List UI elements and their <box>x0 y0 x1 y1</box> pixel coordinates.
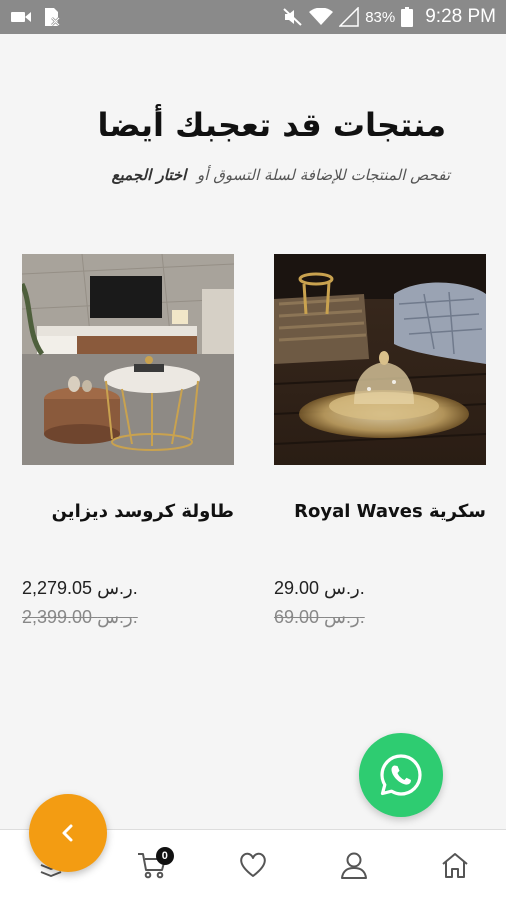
product-card[interactable]: سكرية Royal Waves 29.00 ر.س. 69.00 ر.س. <box>274 254 486 628</box>
product-title[interactable]: سكرية Royal Waves <box>274 501 486 522</box>
heart-icon <box>238 851 268 879</box>
signal-icon <box>339 7 359 27</box>
section-subtitle: تفحص المنتجات للإضافة لسلة التسوق أو اخت… <box>112 166 450 184</box>
product-card[interactable]: طاولة كروسد ديزاين 2,279.05 ر.س. 2,399.0… <box>22 254 234 628</box>
battery-percentage: 83% <box>365 8 396 26</box>
nav-home[interactable] <box>425 835 485 895</box>
user-icon <box>339 850 369 880</box>
wifi-icon <box>309 8 334 26</box>
status-bar: 83% 9:28 PM <box>0 0 506 34</box>
whatsapp-icon <box>378 752 424 798</box>
product-price: 2,279.05 ر.س. <box>22 578 138 598</box>
product-price: 29.00 ر.س. <box>274 578 365 598</box>
nav-account[interactable] <box>324 835 384 895</box>
video-camera-icon <box>10 9 32 25</box>
subtitle-text: تفحص المنتجات للإضافة لسلة التسوق أو <box>197 166 450 184</box>
clock: 9:28 PM <box>425 6 496 27</box>
nav-wishlist[interactable] <box>223 835 283 895</box>
mute-icon <box>283 7 303 27</box>
home-icon <box>440 850 470 880</box>
back-button[interactable] <box>29 794 107 872</box>
cart-count-badge: 0 <box>155 847 174 865</box>
section-title: منتجات قد تعجبك أيضا <box>97 106 446 144</box>
product-image[interactable] <box>274 254 486 465</box>
select-all-link[interactable]: اختار الجميع <box>112 166 187 184</box>
product-image[interactable] <box>22 254 234 465</box>
whatsapp-button[interactable] <box>359 733 443 817</box>
sim-blocked-icon <box>42 7 62 27</box>
product-title[interactable]: طاولة كروسد ديزاين <box>22 501 234 522</box>
battery-icon <box>401 7 414 27</box>
product-old-price: 69.00 ر.س. <box>274 607 365 627</box>
chevron-left-icon <box>57 822 79 844</box>
nav-cart[interactable]: 0 <box>122 835 182 895</box>
product-old-price: 2,399.00 ر.س. <box>22 607 138 627</box>
main-content: منتجات قد تعجبك أيضا تفحص المنتجات للإضا… <box>0 34 506 829</box>
